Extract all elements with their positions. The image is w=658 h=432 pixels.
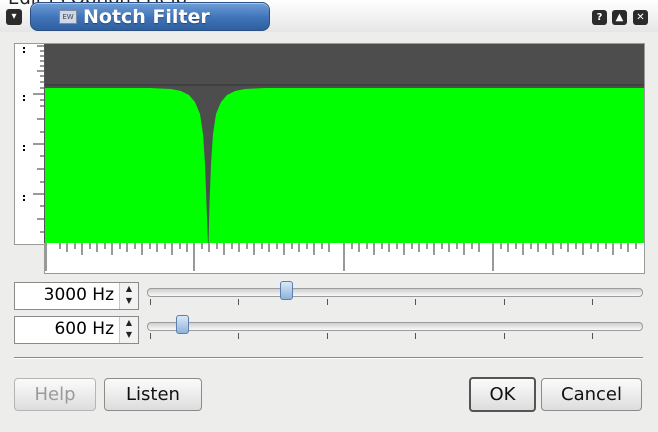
slider-tick [504, 299, 505, 305]
vertical-ruler-ticks [23, 45, 44, 233]
width-value[interactable]: 600 Hz [54, 319, 114, 339]
help-button-label: Help [34, 384, 76, 405]
slider-tick [415, 299, 416, 305]
frequency-slider[interactable] [147, 281, 643, 305]
separator [14, 357, 643, 359]
frequency-spinbox[interactable]: 3000 Hz ▲ ▼ [14, 282, 139, 310]
width-slider-handle[interactable] [176, 315, 189, 334]
slider-tick [150, 333, 151, 339]
slider-tick [238, 299, 239, 305]
horizontal-ruler-ticks [45, 243, 637, 271]
cancel-button[interactable]: Cancel [541, 378, 642, 411]
width-spin-arrows-icon[interactable]: ▲ ▼ [119, 317, 138, 343]
frequency-spin-arrows-icon[interactable]: ▲ ▼ [119, 283, 138, 309]
frequency-value[interactable]: 3000 Hz [44, 285, 114, 305]
width-spinbox[interactable]: 600 Hz ▲ ▼ [14, 316, 139, 344]
notch-filter-dialog: Edit ts Options Help ▾ EW Notch Filter ?… [0, 0, 658, 432]
slider-tick [415, 333, 416, 339]
width-slider-track[interactable] [147, 322, 643, 331]
ok-button[interactable]: OK [469, 377, 536, 412]
horizontal-ruler [44, 243, 645, 274]
listen-button-label: Listen [126, 384, 180, 405]
slider-tick [592, 333, 593, 339]
shade-icon[interactable]: ▲ [612, 10, 627, 25]
slider-tick [327, 299, 328, 305]
help-button[interactable]: Help [14, 378, 96, 411]
window-menu-icon[interactable]: ▾ [6, 9, 22, 25]
cancel-button-label: Cancel [561, 384, 622, 405]
plot-area [45, 44, 644, 244]
slider-tick [238, 333, 239, 339]
ok-button-label: OK [489, 384, 516, 405]
frequency-response-graph [14, 43, 645, 245]
vertical-ruler [15, 44, 45, 244]
title-pill: EW Notch Filter [30, 2, 270, 31]
window-title: Notch Filter [83, 6, 210, 28]
slider-tick [592, 299, 593, 305]
slider-tick [150, 299, 151, 305]
app-icon: EW [59, 10, 77, 24]
listen-button[interactable]: Listen [104, 378, 202, 411]
help-icon[interactable]: ? [592, 10, 607, 25]
slider-tick [504, 333, 505, 339]
frequency-slider-handle[interactable] [280, 281, 293, 300]
close-icon[interactable]: ✕ [633, 10, 648, 25]
frequency-slider-track[interactable] [147, 288, 643, 297]
title-bar[interactable]: Edit ts Options Help ▾ EW Notch Filter ?… [0, 0, 658, 32]
slider-tick [327, 333, 328, 339]
response-curve [45, 44, 644, 244]
width-slider[interactable] [147, 315, 643, 339]
